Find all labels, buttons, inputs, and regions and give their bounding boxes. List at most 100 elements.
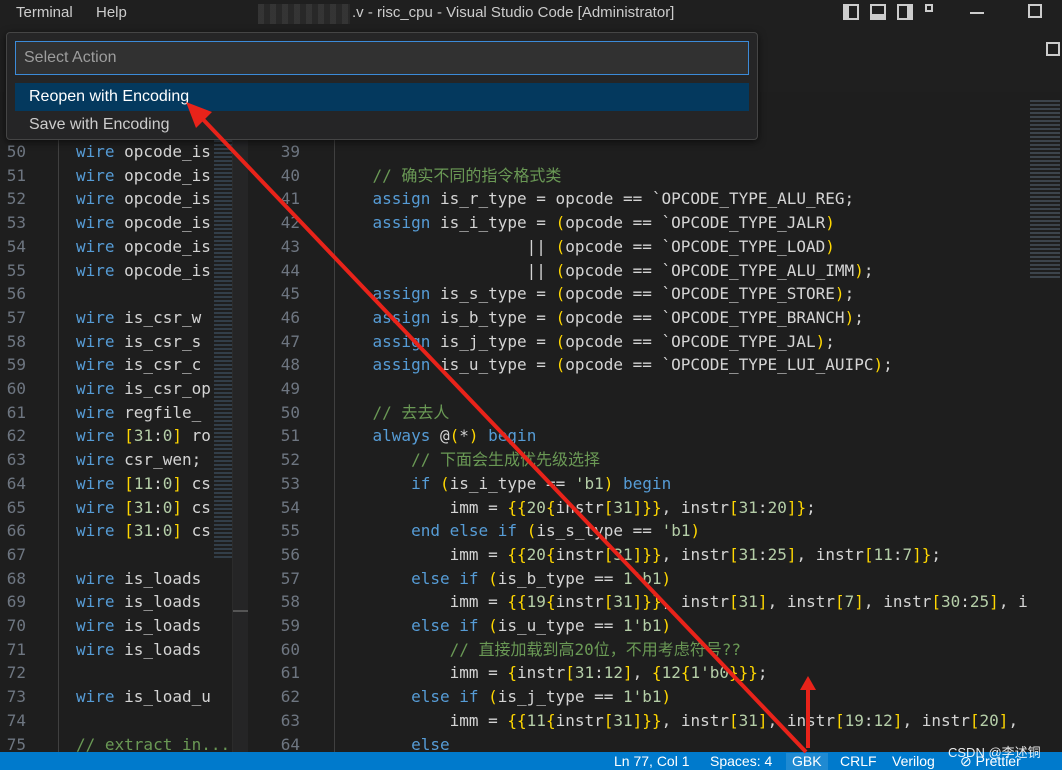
line-number: 51	[6, 165, 26, 185]
minimize-icon[interactable]	[970, 12, 984, 14]
line-number: 62	[280, 687, 300, 707]
code-line[interactable]: wire is_csr_s	[76, 330, 201, 353]
code-line[interactable]: wire opcode_is	[76, 187, 211, 210]
code-line[interactable]: // 下面会生成优先级选择	[334, 448, 600, 471]
right-editor-pane[interactable]: 39 40 // 确实不同的指令格式类 41 assign is_r_type = …	[248, 92, 1062, 752]
code-line[interactable]: if (is_i_type == 'b1) begin	[334, 472, 671, 495]
code-line[interactable]: // 直接加载到高20位，不用考虑符号??	[334, 638, 741, 661]
indentation-setting[interactable]: Spaces: 4	[710, 753, 772, 770]
title-bar: Terminal Help .v - risc_cpu - Visual Stu…	[0, 0, 1062, 30]
code-line[interactable]: end else if (is_s_type == 'b1)	[334, 519, 700, 542]
code-line[interactable]: wire is_loads	[76, 590, 201, 613]
menu-help[interactable]: Help	[96, 4, 127, 21]
code-line[interactable]: else if (is_b_type == 1'b1)	[334, 567, 671, 590]
line-number: 64	[280, 734, 300, 753]
code-line[interactable]: wire csr_wen;	[76, 448, 201, 471]
split-editor-icon[interactable]	[1046, 42, 1060, 56]
code-line[interactable]: assign is_b_type = (opcode == `OPCODE_TY…	[334, 306, 864, 329]
language-mode[interactable]: Verilog	[892, 753, 935, 770]
code-line[interactable]: wire is_loads	[76, 567, 201, 590]
code-line[interactable]: wire is_csr_c	[76, 353, 201, 376]
code-line[interactable]: wire opcode_is	[76, 259, 211, 282]
reopen-with-encoding-item[interactable]: Reopen with Encoding	[15, 83, 749, 111]
eol-selector[interactable]: CRLF	[840, 753, 877, 770]
line-number: 45	[280, 284, 300, 304]
line-number: 63	[6, 450, 26, 470]
menu-terminal[interactable]: Terminal	[16, 4, 73, 21]
line-number: 69	[6, 592, 26, 612]
line-number: 50	[6, 142, 26, 161]
line-number: 46	[280, 307, 300, 327]
line-number: 67	[6, 544, 26, 564]
select-action-input[interactable]	[15, 41, 749, 75]
code-line[interactable]: imm = {{20{instr[31]}}, instr[31:25], in…	[334, 543, 941, 566]
code-line[interactable]: else if (is_j_type == 1'b1)	[334, 685, 671, 708]
code-line[interactable]: wire opcode_is	[76, 211, 211, 234]
line-number: 72	[6, 663, 26, 683]
line-number: 48	[280, 355, 300, 375]
toggle-primary-sidebar-icon[interactable]	[843, 4, 859, 20]
toggle-secondary-sidebar-icon[interactable]	[897, 4, 913, 20]
code-line[interactable]: always @(*) begin	[334, 424, 537, 447]
code-line[interactable]: imm = {{20{instr[31]}}, instr[31:20]};	[334, 496, 816, 519]
maximize-icon[interactable]	[1028, 4, 1042, 18]
line-number: 40	[280, 165, 300, 185]
line-number: 54	[280, 497, 300, 517]
code-line[interactable]: assign is_j_type = (opcode == `OPCODE_TY…	[334, 330, 835, 353]
toggle-panel-icon[interactable]	[870, 4, 886, 20]
code-line[interactable]: wire is_csr_w	[76, 306, 201, 329]
code-line[interactable]: else if (is_u_type == 1'b1)	[334, 614, 671, 637]
line-number: 56	[6, 284, 26, 304]
line-number: 44	[280, 260, 300, 280]
code-line[interactable]: wire [31:0] cs	[76, 496, 211, 519]
scroll-thumb[interactable]	[233, 610, 249, 612]
line-number: 55	[6, 260, 26, 280]
code-line[interactable]: else	[334, 733, 450, 753]
line-number: 49	[280, 379, 300, 398]
code-line[interactable]: wire opcode_is	[76, 164, 211, 187]
line-number: 51	[280, 426, 300, 446]
code-line[interactable]: || (opcode == `OPCODE_TYPE_ALU_IMM);	[334, 259, 874, 282]
code-line[interactable]: assign is_i_type = (opcode == `OPCODE_TY…	[334, 211, 835, 234]
code-line[interactable]: // 去去人	[334, 401, 450, 424]
left-minimap[interactable]	[214, 140, 232, 560]
code-line[interactable]: assign is_s_type = (opcode == `OPCODE_TY…	[334, 282, 855, 305]
line-number: 65	[6, 497, 26, 517]
code-line[interactable]: wire opcode_is	[76, 140, 211, 163]
code-line[interactable]: wire is_load_u	[76, 685, 211, 708]
line-number: 62	[6, 426, 26, 446]
left-editor-pane[interactable]: 50 wire opcode_is 51 wire opcode_is 52 wire o…	[0, 92, 232, 752]
line-number: 74	[6, 710, 26, 730]
code-line[interactable]: // extract in...	[76, 733, 230, 753]
encoding-selector[interactable]: GBK	[786, 753, 828, 770]
code-line[interactable]: assign is_u_type = (opcode == `OPCODE_TY…	[334, 353, 893, 376]
code-line[interactable]: wire [31:0] ro	[76, 424, 211, 447]
line-number: 58	[280, 592, 300, 612]
line-number: 42	[280, 213, 300, 233]
code-line[interactable]: assign is_r_type = opcode == `OPCODE_TYP…	[334, 187, 855, 210]
customize-layout-icon[interactable]	[925, 4, 933, 12]
code-line[interactable]: wire [11:0] cs	[76, 472, 211, 495]
code-line[interactable]: wire is_csr_op	[76, 377, 211, 400]
code-line[interactable]: imm = {instr[31:12], {12{1'b0}}};	[334, 661, 768, 684]
line-number: 75	[6, 734, 26, 753]
code-line[interactable]: || (opcode == `OPCODE_TYPE_LOAD)	[334, 235, 835, 258]
cursor-position[interactable]: Ln 77, Col 1	[614, 753, 690, 770]
code-line[interactable]: wire opcode_is	[76, 235, 211, 258]
right-minimap[interactable]	[1030, 100, 1060, 280]
code-line[interactable]: wire is_loads	[76, 614, 201, 637]
code-line[interactable]: wire regfile_	[76, 401, 201, 424]
code-line[interactable]: imm = {{11{instr[31]}}, instr[31], instr…	[334, 709, 1018, 732]
line-number: 43	[280, 236, 300, 256]
line-number: 56	[280, 544, 300, 564]
line-number: 73	[6, 687, 26, 707]
left-scrollbar[interactable]	[232, 92, 249, 752]
code-line[interactable]: // 确实不同的指令格式类	[334, 164, 562, 187]
code-line[interactable]: wire is_loads	[76, 638, 201, 661]
line-number: 61	[280, 663, 300, 683]
line-number: 71	[6, 639, 26, 659]
line-number: 70	[6, 616, 26, 635]
save-with-encoding-item[interactable]: Save with Encoding	[15, 111, 749, 139]
code-line[interactable]: imm = {{19{instr[31]}}, instr[31], instr…	[334, 590, 1028, 613]
code-line[interactable]: wire [31:0] cs	[76, 519, 211, 542]
